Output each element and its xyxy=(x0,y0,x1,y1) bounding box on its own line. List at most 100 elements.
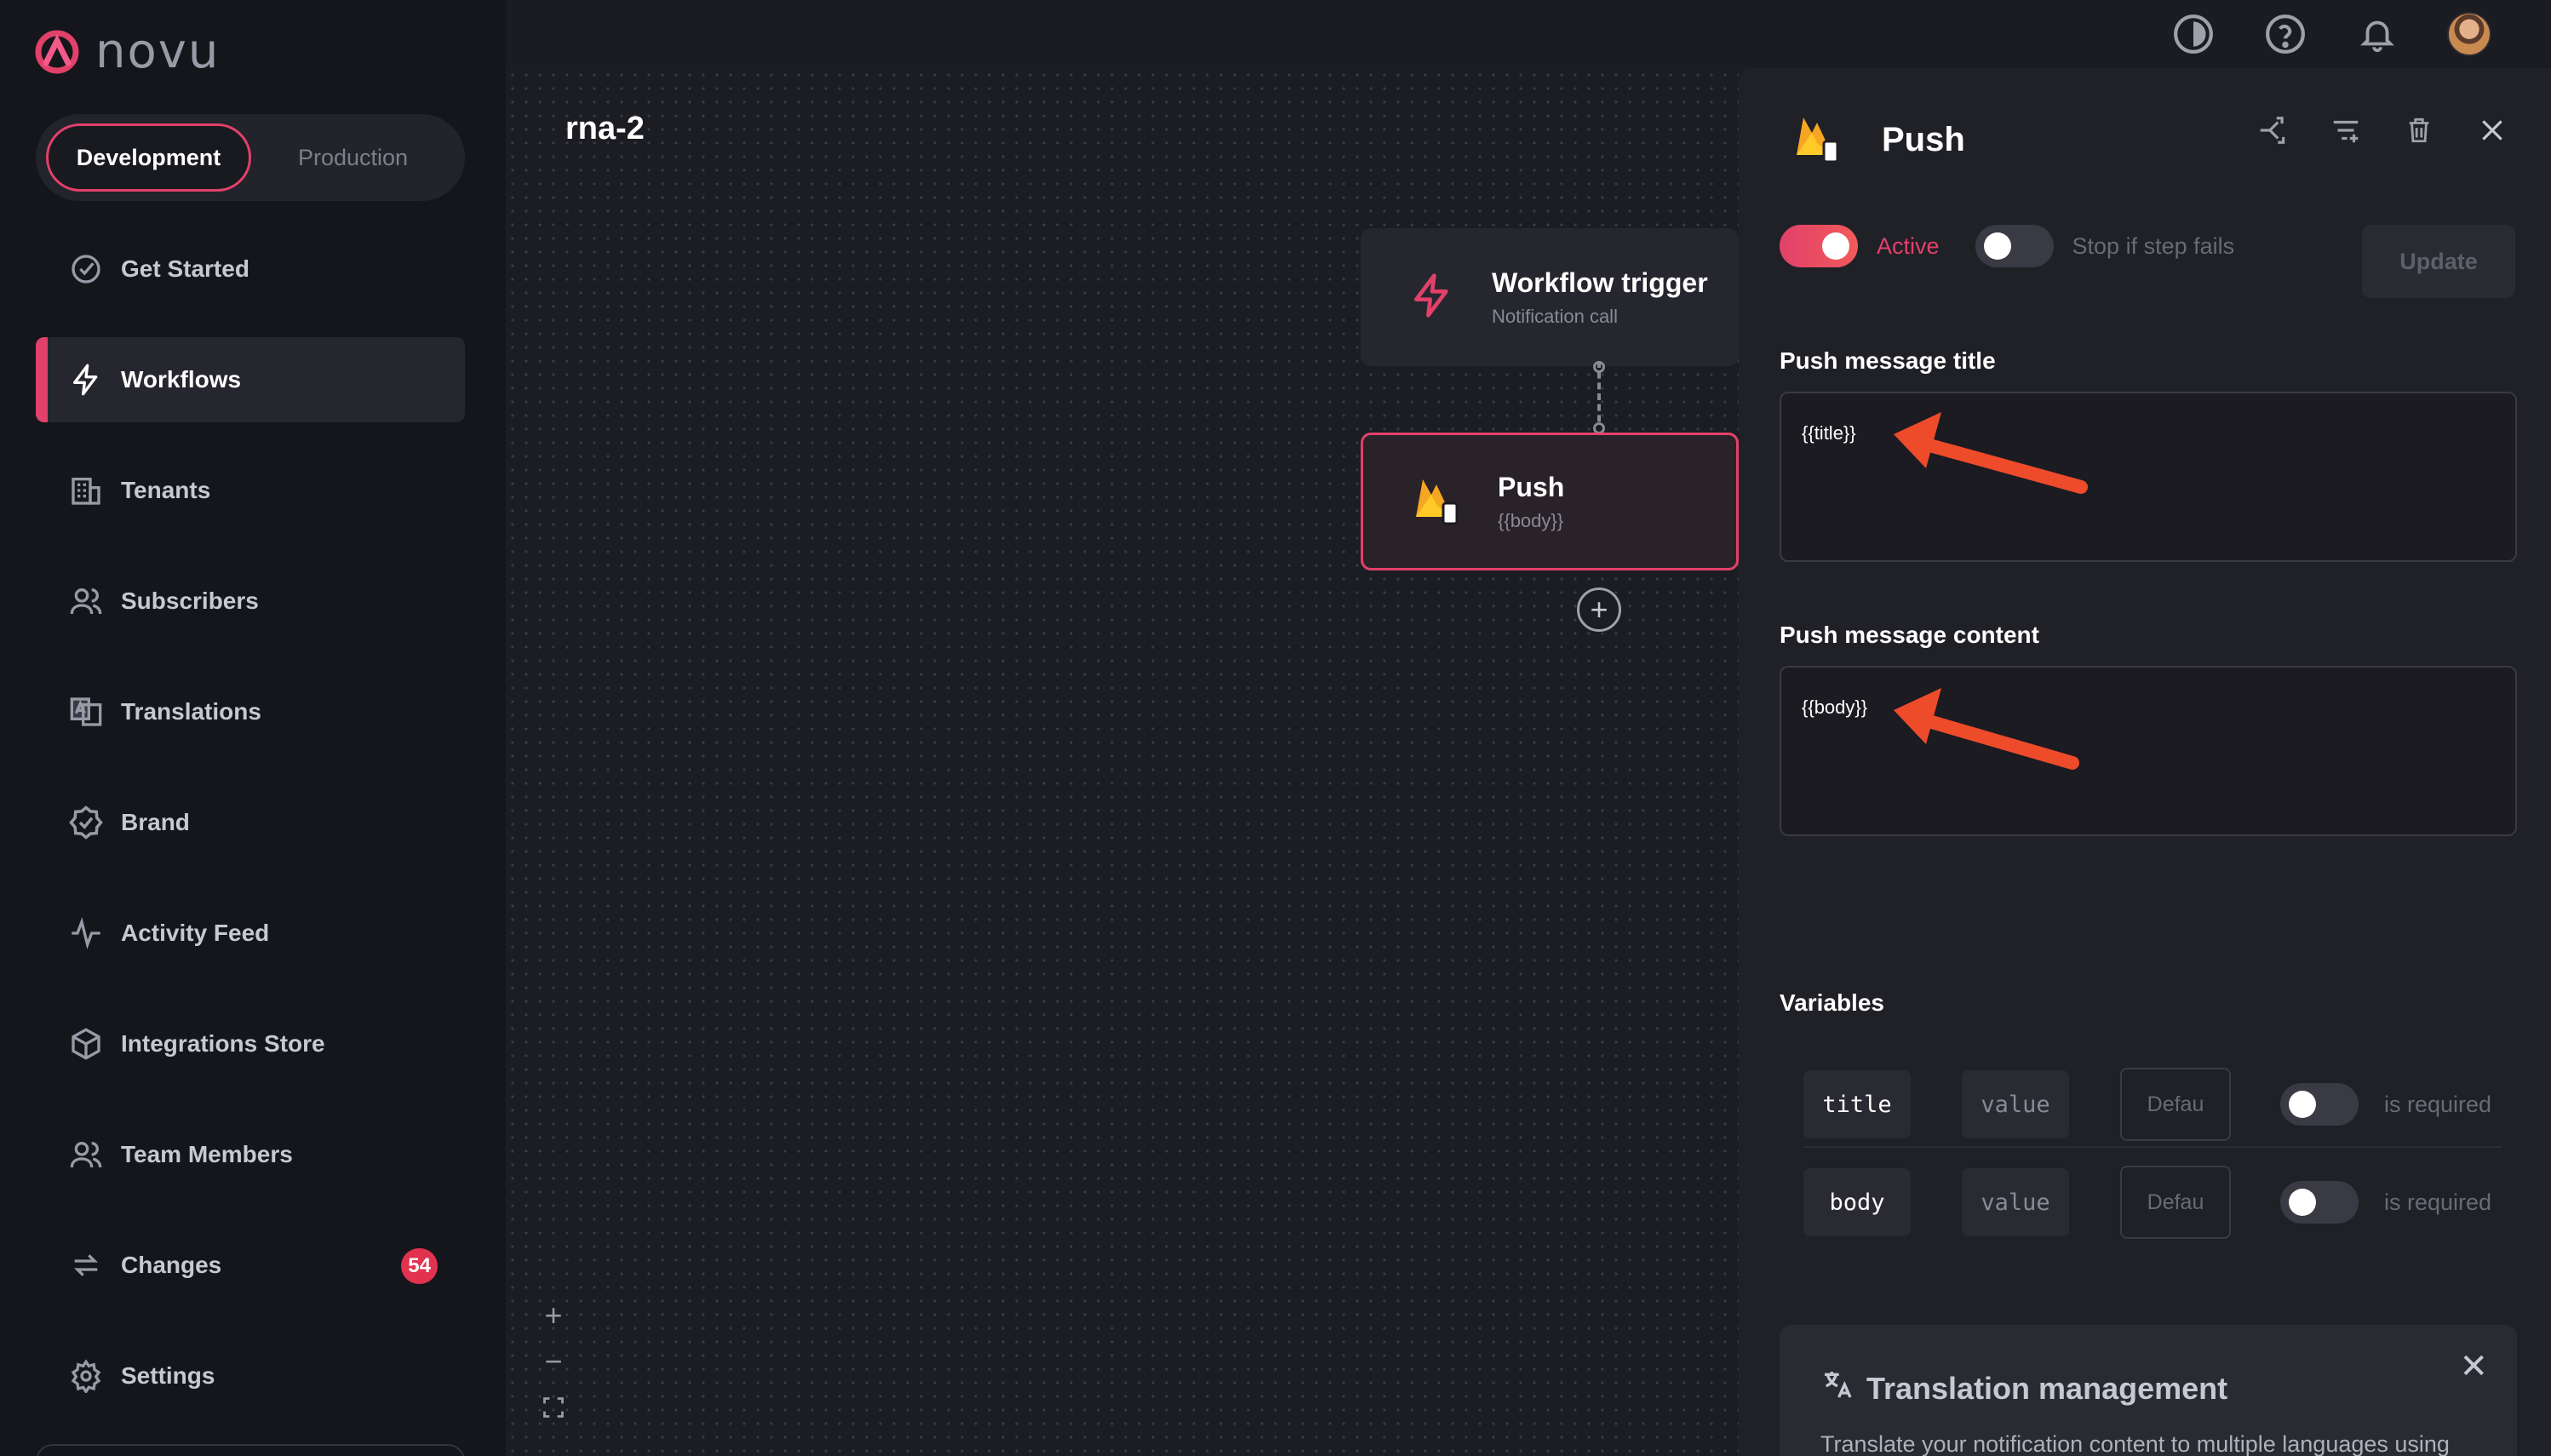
help-icon[interactable] xyxy=(2263,12,2307,56)
sidebar-item-label: Team Members xyxy=(121,1141,293,1167)
firebase-push-icon xyxy=(1791,109,1843,171)
stop-if-fails-toggle[interactable] xyxy=(1975,225,2054,267)
badge-check-icon xyxy=(68,805,104,840)
plus-icon: + xyxy=(1590,592,1608,627)
variable-default-input[interactable]: Defau xyxy=(2120,1166,2231,1239)
workflow-name[interactable]: rna-2 xyxy=(565,111,645,147)
sidebar-nav: Get Started Workflows Tenants Subscriber… xyxy=(36,226,465,1444)
sidebar-item-label: Settings xyxy=(121,1362,215,1389)
step-status-row: Active Stop if step fails xyxy=(1780,225,2234,267)
sidebar-item-label: Workflows xyxy=(121,366,242,393)
close-icon[interactable] xyxy=(2474,112,2510,148)
panel-header: Push xyxy=(1791,109,1965,171)
active-label: Active xyxy=(1877,232,1940,259)
variable-row: title value Defau is required xyxy=(1803,1063,2502,1148)
sidebar-item-label: Activity Feed xyxy=(121,920,270,946)
bolt-icon xyxy=(1408,272,1456,324)
variable-default-input[interactable]: Defau xyxy=(2120,1068,2231,1141)
sidebar-item-label: Subscribers xyxy=(121,588,259,614)
trigger-node-title: Workflow trigger xyxy=(1492,267,1708,298)
brand-name: novu xyxy=(95,24,221,79)
panel-title: Push xyxy=(1882,121,1965,158)
add-step-button[interactable]: + xyxy=(1577,588,1621,632)
sidebar-item-label: Brand xyxy=(121,809,190,835)
development-tab[interactable]: Development xyxy=(46,123,252,192)
sidebar: novu Development Production Get Started … xyxy=(0,0,506,1456)
step-editor-panel: Push Active Stop if step fails Update Pu… xyxy=(1739,68,2551,1456)
variable-row: body value Defau is required xyxy=(1803,1160,2502,1245)
bolt-icon xyxy=(68,362,104,398)
team-icon xyxy=(68,1137,104,1172)
translation-management-card: Translation management Translate your no… xyxy=(1780,1325,2517,1456)
users-icon xyxy=(68,583,104,619)
topbar-actions xyxy=(2171,12,2491,56)
filter-add-icon[interactable] xyxy=(2328,112,2364,148)
workflow-trigger-node[interactable]: Workflow trigger Notification call xyxy=(1361,228,1739,366)
changes-count-badge: 54 xyxy=(401,1248,438,1284)
required-toggle[interactable] xyxy=(2280,1083,2359,1126)
production-tab[interactable]: Production xyxy=(251,123,455,192)
translation-description: Translate your notification content to m… xyxy=(1820,1431,2450,1456)
translation-title-row: Translation management xyxy=(1820,1367,2476,1409)
sidebar-item-brand[interactable]: Brand xyxy=(36,780,465,865)
trash-icon[interactable] xyxy=(2401,112,2437,148)
sidebar-item-label: Tenants xyxy=(121,477,211,503)
novu-logo[interactable]: novu xyxy=(34,24,220,79)
annotation-arrow xyxy=(1894,688,2079,770)
translation-title: Translation management xyxy=(1866,1370,2228,1406)
conditions-icon[interactable] xyxy=(2255,112,2290,148)
sidebar-item-integrations-store[interactable]: Integrations Store xyxy=(36,1001,465,1086)
building-icon xyxy=(68,473,104,508)
bell-icon[interactable] xyxy=(2355,12,2399,56)
avatar[interactable] xyxy=(2447,12,2491,56)
update-button[interactable]: Update xyxy=(2362,225,2515,298)
firebase-push-icon xyxy=(1411,473,1462,531)
sidebar-item-workflows[interactable]: Workflows xyxy=(36,337,465,422)
required-label: is required xyxy=(2384,1189,2492,1215)
changes-icon xyxy=(68,1247,104,1283)
required-toggle[interactable] xyxy=(2280,1181,2359,1224)
gear-icon xyxy=(68,1358,104,1394)
push-title-label: Push message title xyxy=(1780,347,1996,374)
variable-type: value xyxy=(1962,1070,2069,1138)
panel-actions xyxy=(2255,112,2510,148)
translate-icon xyxy=(1820,1367,1854,1409)
zoom-controls: + − xyxy=(538,1298,569,1422)
close-icon[interactable]: ✕ xyxy=(2459,1347,2488,1386)
variable-name: title xyxy=(1803,1070,1911,1138)
environment-switch: Development Production xyxy=(36,114,465,201)
translate-icon xyxy=(68,694,104,730)
sidebar-item-tenants[interactable]: Tenants xyxy=(36,448,465,533)
check-circle-icon xyxy=(68,251,104,287)
sidebar-item-get-started[interactable]: Get Started xyxy=(36,226,465,312)
variable-name: body xyxy=(1803,1168,1911,1236)
sidebar-item-label: Changes xyxy=(121,1252,222,1278)
trigger-node-subtitle: Notification call xyxy=(1492,305,1618,327)
sidebar-item-team-members[interactable]: Team Members xyxy=(36,1112,465,1197)
active-toggle[interactable] xyxy=(1780,225,1858,267)
activity-icon xyxy=(68,915,104,951)
sidebar-item-subscribers[interactable]: Subscribers xyxy=(36,559,465,644)
sidebar-item-label: Integrations Store xyxy=(121,1030,325,1057)
sidebar-item-activity-feed[interactable]: Activity Feed xyxy=(36,891,465,976)
sidebar-footer-card xyxy=(36,1444,465,1456)
sidebar-item-settings[interactable]: Settings xyxy=(36,1333,465,1419)
sidebar-item-label: Get Started xyxy=(121,255,249,282)
variables-heading: Variables xyxy=(1780,989,1884,1016)
theme-toggle-icon[interactable] xyxy=(2171,12,2216,56)
box-icon xyxy=(68,1026,104,1062)
annotation-arrow xyxy=(1894,412,2088,494)
push-node-subtitle: {{body}} xyxy=(1498,509,1564,531)
variable-type: value xyxy=(1962,1168,2069,1236)
required-label: is required xyxy=(2384,1091,2492,1117)
fit-view-icon[interactable] xyxy=(538,1393,569,1422)
sidebar-item-changes[interactable]: Changes 54 xyxy=(36,1223,465,1308)
zoom-out-icon[interactable]: − xyxy=(538,1344,569,1379)
sidebar-item-label: Translations xyxy=(121,698,261,725)
sidebar-item-translations[interactable]: Translations xyxy=(36,669,465,754)
novu-logo-icon xyxy=(35,30,79,73)
push-step-node[interactable]: Push {{body}} xyxy=(1361,433,1739,570)
stop-if-fails-label: Stop if step fails xyxy=(2072,232,2235,259)
zoom-in-icon[interactable]: + xyxy=(538,1298,569,1333)
push-node-title: Push xyxy=(1498,471,1565,502)
